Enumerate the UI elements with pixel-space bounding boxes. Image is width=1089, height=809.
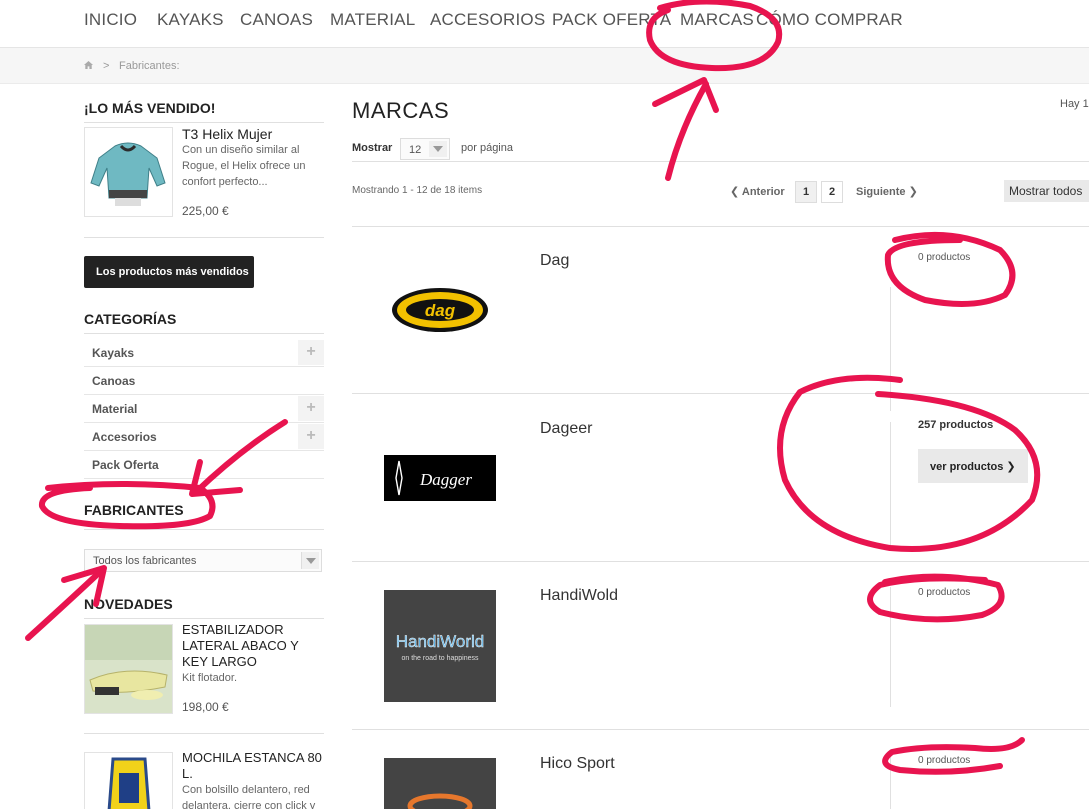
bestsellers-title: ¡LO MÁS VENDIDO! <box>84 100 216 116</box>
category-label: Kayaks <box>92 346 135 360</box>
category-label: Accesorios <box>92 430 157 444</box>
results-count: Hay 18 <box>1060 98 1089 110</box>
product-description: Kit flotador. <box>182 672 238 684</box>
categories-title: CATEGORÍAS <box>84 311 177 327</box>
divider <box>890 587 891 707</box>
nav-item-material[interactable]: MATERIAL <box>330 10 415 30</box>
category-label: Material <box>92 402 138 416</box>
product-description: Con un diseño similar al Rogue, el Helix… <box>182 144 306 188</box>
divider <box>84 237 324 238</box>
category-item-kayaks[interactable]: Kayaks + <box>84 339 324 367</box>
nav-item-pack-oferta[interactable]: PACK OFERTA <box>552 10 671 30</box>
breadcrumb-separator: > <box>103 60 110 72</box>
handiworld-logo-subtext: on the road to happiness <box>401 655 479 662</box>
product-image-mochila[interactable] <box>84 752 173 809</box>
nav-item-marcas[interactable]: MARCAS <box>680 10 754 30</box>
product-price: 198,00 € <box>182 700 229 714</box>
previous-label: Anterior <box>741 186 785 198</box>
category-item-material[interactable]: Material + <box>84 395 324 423</box>
brand-logo-handiworld[interactable]: HandiWorld on the road to happiness <box>384 590 496 702</box>
nav-item-como-comprar[interactable]: CÓMO COMPRAR <box>756 10 903 30</box>
next-page-link[interactable]: Siguiente ❯ <box>856 185 918 198</box>
brand-name[interactable]: Dageer <box>540 420 592 438</box>
product-title[interactable]: MOCHILA ESTANCA 80 L. <box>182 750 327 782</box>
product-count: 0 productos <box>918 252 971 263</box>
brand-row-hico-sport: Hico Sport 0 productos <box>352 729 1089 809</box>
chevron-down-icon <box>301 552 319 569</box>
breadcrumb-current: Fabricantes: <box>119 60 180 72</box>
brand-row-dageer: Dagger Dageer 257 productos ver producto… <box>352 393 1089 561</box>
chevron-right-icon: ❯ <box>253 266 264 278</box>
product-price: 225,00 € <box>182 204 229 218</box>
category-item-accesorios[interactable]: Accesorios + <box>84 423 324 451</box>
home-icon[interactable] <box>84 61 93 69</box>
product-title[interactable]: T3 Helix Mujer <box>182 126 327 142</box>
category-label: Canoas <box>92 374 136 388</box>
category-item-pack-oferta[interactable]: Pack Oferta <box>84 451 324 479</box>
divider <box>890 422 891 546</box>
view-products-label: ver productos <box>930 461 1004 473</box>
new-products-title: NOVEDADES <box>84 596 173 612</box>
next-label: Siguiente <box>856 186 906 198</box>
per-page-value: 12 <box>409 144 422 156</box>
divider <box>84 333 324 334</box>
divider <box>84 529 324 530</box>
divider <box>84 733 324 734</box>
manufacturers-select-value: Todos los fabricantes <box>93 555 197 567</box>
nav-item-kayaks[interactable]: KAYAKS <box>157 10 224 30</box>
page-title: MARCAS <box>352 98 450 123</box>
nav-item-inicio[interactable]: INICIO <box>84 10 137 30</box>
product-count: 0 productos <box>918 587 971 598</box>
brand-name[interactable]: Hico Sport <box>540 755 615 773</box>
divider <box>84 618 324 619</box>
product-count: 0 productos <box>918 755 971 766</box>
manufacturers-select[interactable]: Todos los fabricantes <box>84 549 322 572</box>
product-count: 257 productos <box>918 419 994 431</box>
brand-logo-dagger[interactable]: Dagger <box>384 455 496 501</box>
show-label: Mostrar <box>352 142 393 154</box>
expand-plus-icon[interactable]: + <box>298 340 324 365</box>
showing-items-text: Mostrando 1 - 12 de 18 items <box>352 185 483 196</box>
product-image-estabilizador[interactable] <box>84 624 173 714</box>
breadcrumb: > Fabricantes: <box>0 48 1089 84</box>
category-label: Pack Oferta <box>92 458 159 472</box>
dagger-logo-text: Dagger <box>419 470 472 489</box>
chevron-down-icon <box>429 141 447 157</box>
product-image-t3-helix[interactable] <box>84 127 173 217</box>
expand-plus-icon[interactable]: + <box>298 424 324 449</box>
top-navigation: INICIO KAYAKS CANOAS MATERIAL ACCESORIOS… <box>0 0 1089 48</box>
bestsellers-button-label: Los productos más vendidos <box>96 266 249 278</box>
page-1-button[interactable]: 1 <box>795 181 817 203</box>
brand-logo-dag[interactable]: dag <box>384 273 496 347</box>
handiworld-logo-text: HandiWorld <box>396 632 485 651</box>
previous-page-link[interactable]: ❮ Anterior <box>730 185 785 198</box>
bestsellers-button[interactable]: Los productos más vendidos ❯ <box>84 256 263 288</box>
manufacturers-title: FABRICANTES <box>84 502 184 518</box>
brand-name[interactable]: HandiWold <box>540 587 618 605</box>
dag-logo-text: dag <box>425 301 456 320</box>
divider <box>890 755 891 809</box>
per-page-select[interactable]: 12 <box>400 138 450 160</box>
page-2-button[interactable]: 2 <box>821 181 843 203</box>
product-title[interactable]: ESTABILIZADOR LATERAL ABACO Y KEY LARGO <box>182 622 327 670</box>
brand-row-dag: dag Dag 0 productos <box>352 226 1089 411</box>
per-page-label: por página <box>461 142 513 154</box>
brand-row-handiwold: HandiWorld on the road to happiness Hand… <box>352 561 1089 729</box>
divider <box>352 161 1089 162</box>
product-description: Con bolsillo delantero, red delantera, c… <box>182 784 316 809</box>
view-products-button[interactable]: ver productos ❯ <box>918 449 1028 483</box>
brand-logo-hico-sport[interactable] <box>384 758 496 809</box>
category-item-canoas[interactable]: Canoas <box>84 367 324 395</box>
brand-name[interactable]: Dag <box>540 252 569 270</box>
expand-plus-icon[interactable]: + <box>298 396 324 421</box>
nav-item-canoas[interactable]: CANOAS <box>240 10 313 30</box>
show-all-button[interactable]: Mostrar todos <box>1004 180 1089 202</box>
nav-item-accesorios[interactable]: ACCESORIOS <box>430 10 545 30</box>
divider <box>84 122 324 123</box>
